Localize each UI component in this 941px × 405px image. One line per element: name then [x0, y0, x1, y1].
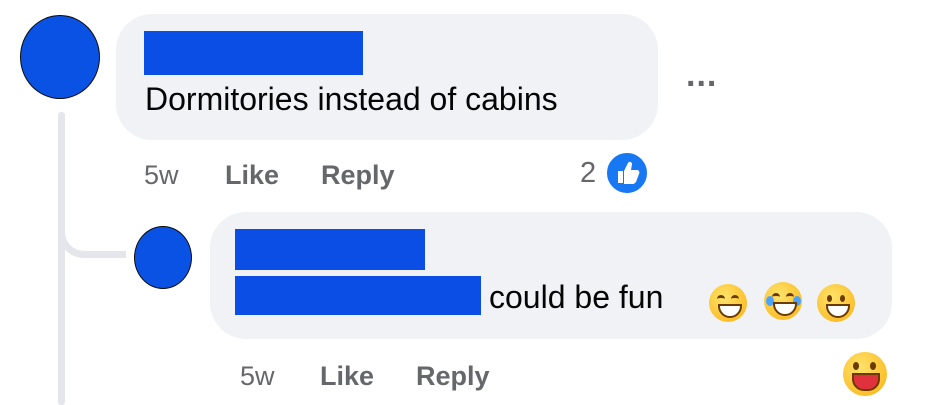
comment-like-button[interactable]: Like	[225, 160, 279, 191]
thread-connector-line	[58, 112, 65, 405]
grinning-face-icon	[817, 284, 855, 322]
comment-thread: Dormitories instead of cabins ... 5w Lik…	[0, 0, 941, 405]
big-grin-icon[interactable]	[843, 352, 887, 396]
reply-like-button[interactable]: Like	[320, 361, 374, 392]
grinning-squinting-icon	[709, 284, 747, 322]
tagged-name-redacted[interactable]	[235, 276, 481, 315]
thumbs-up-icon[interactable]	[604, 150, 650, 196]
thread-connector-elbow	[58, 210, 126, 258]
reply-timestamp[interactable]: 5w	[240, 361, 275, 392]
reply-text: could be fun	[489, 279, 664, 315]
more-options-icon[interactable]: ...	[686, 56, 717, 95]
replier-name-redacted[interactable]	[235, 229, 425, 270]
comment-timestamp[interactable]: 5w	[144, 160, 179, 191]
replier-avatar[interactable]	[134, 226, 192, 289]
commenter-name-redacted[interactable]	[144, 31, 363, 75]
comment-reply-button[interactable]: Reply	[321, 160, 395, 191]
tears-of-joy-icon	[764, 282, 802, 320]
commenter-avatar[interactable]	[20, 15, 100, 99]
reply-reply-button[interactable]: Reply	[416, 361, 490, 392]
comment-text: Dormitories instead of cabins	[145, 81, 558, 117]
reaction-count[interactable]: 2	[580, 157, 596, 190]
